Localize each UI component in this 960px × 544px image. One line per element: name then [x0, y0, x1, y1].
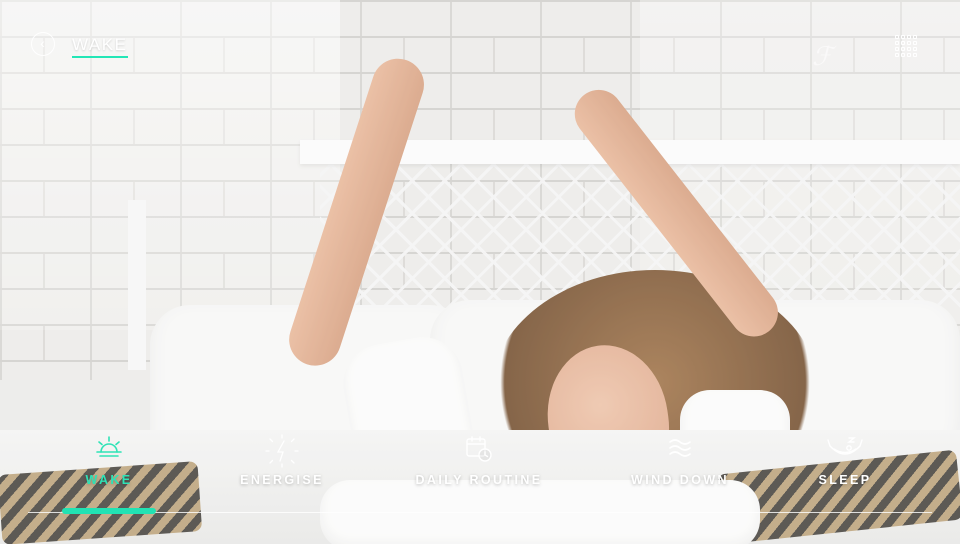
- nav-item-sleep[interactable]: SLEEP: [765, 430, 925, 510]
- nav-item-energise[interactable]: ENERGISE: [202, 430, 362, 510]
- lightning-burst-icon: [265, 434, 299, 468]
- mode-navigation: WAKE ENERGISE DAILY ROUTINE WIND DOWN SL…: [0, 430, 960, 544]
- brand-logo: ℱ: [812, 42, 833, 72]
- nav-label-wake: WAKE: [85, 473, 133, 487]
- nav-item-wind-down[interactable]: WIND DOWN: [600, 430, 760, 510]
- active-indicator: [62, 508, 156, 514]
- nav-item-daily-routine[interactable]: DAILY ROUTINE: [399, 430, 559, 510]
- grid-menu-button[interactable]: [895, 35, 917, 57]
- sunrise-icon: [96, 436, 122, 457]
- top-bar: ‹ WAKE ℱ: [0, 0, 960, 90]
- nav-label-daily-routine: DAILY ROUTINE: [415, 473, 543, 487]
- calendar-clock-icon: [466, 436, 492, 462]
- title-underline: [72, 56, 128, 58]
- nav-track: [28, 512, 932, 513]
- nav-label-wind-down: WIND DOWN: [631, 473, 729, 487]
- chevron-left-icon: ‹: [40, 35, 45, 51]
- nav-label-energise: ENERGISE: [240, 473, 324, 487]
- nav-item-wake[interactable]: WAKE: [29, 430, 189, 510]
- nav-label-sleep: SLEEP: [818, 473, 872, 487]
- hammock-icon: [827, 437, 863, 455]
- waves-icon: [669, 439, 691, 457]
- back-button[interactable]: ‹: [31, 32, 55, 56]
- page-title: WAKE: [72, 35, 128, 54]
